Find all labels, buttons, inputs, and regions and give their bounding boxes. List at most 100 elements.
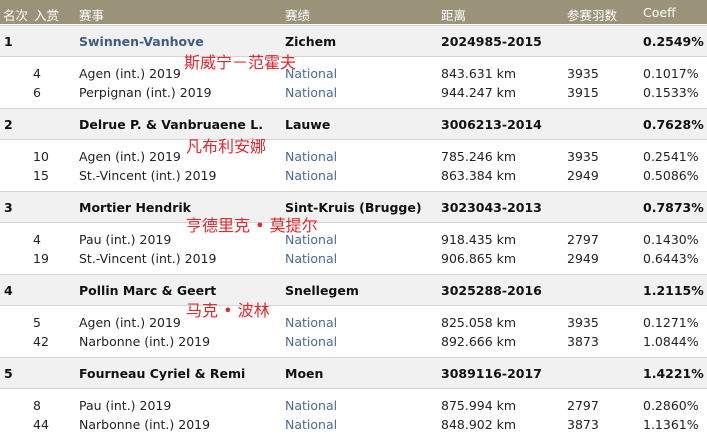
group-city: Zichem (285, 34, 337, 49)
group-coeff: 0.7628% (643, 117, 704, 132)
row-coeff: 0.2860% (643, 398, 699, 413)
row-participants: 3935 (567, 315, 599, 330)
row-participants: 2797 (567, 398, 599, 413)
row-prize: 6 (33, 85, 41, 100)
group-rank: 3 (4, 200, 13, 215)
fancier-name: Mortier Hendrik (79, 200, 191, 215)
row-result: National (285, 85, 338, 100)
row-distance: 785.246 km (441, 149, 517, 164)
row-prize: 44 (33, 417, 49, 432)
row-race: Pau (int.) 2019 (79, 398, 172, 413)
row-result: National (285, 232, 338, 247)
group-row: 3 Mortier Hendrik Sint-Kruis (Brugge) 30… (0, 191, 707, 223)
row-distance: 875.994 km (441, 398, 517, 413)
row-result: National (285, 251, 338, 266)
row-prize: 15 (33, 168, 49, 183)
row-race: Narbonne (int.) 2019 (79, 417, 211, 432)
group-ring: 2024985-2015 (441, 34, 542, 49)
row-distance: 863.384 km (441, 168, 517, 183)
table-header: 名次 入赏 赛事 赛绩 距离 参赛羽数 Coeff (0, 0, 707, 24)
row-result: National (285, 417, 338, 432)
row-distance: 944.247 km (441, 85, 517, 100)
row-prize: 8 (33, 398, 41, 413)
row-race: Agen (int.) 2019 (79, 149, 181, 164)
row-distance: 918.435 km (441, 232, 517, 247)
header-distance[interactable]: 距离 (441, 5, 466, 24)
group-city: Lauwe (285, 117, 331, 132)
row-participants: 3935 (567, 149, 599, 164)
group-ring: 3089116-2017 (441, 366, 542, 381)
row-coeff: 0.2541% (643, 149, 699, 164)
table-row: 44 Narbonne (int.) 2019 National 848.902… (0, 415, 707, 434)
group-row: 5 Fourneau Cyriel & Remi Moen 3089116-20… (0, 357, 707, 389)
header-rank[interactable]: 名次 (3, 5, 28, 24)
table-row: 6 Perpignan (int.) 2019 National 944.247… (0, 83, 707, 102)
row-prize: 4 (33, 66, 41, 81)
row-distance: 906.865 km (441, 251, 517, 266)
row-coeff: 0.5086% (643, 168, 699, 183)
group-row: 4 Pollin Marc & Geert Snellegem 3025288-… (0, 274, 707, 306)
row-distance: 848.902 km (441, 417, 517, 432)
fancier-name: Pollin Marc & Geert (79, 283, 217, 298)
group-row: 2 Delrue P. & Vanbruaene L. Lauwe 300621… (0, 108, 707, 140)
results-table: 名次 入赏 赛事 赛绩 距离 参赛羽数 Coeff 1 Swinnen-Vanh… (0, 0, 707, 435)
table-row: 4 Pau (int.) 2019 National 918.435 km 27… (0, 230, 707, 249)
fancier-name-link[interactable]: Swinnen-Vanhove (79, 34, 204, 49)
row-prize: 42 (33, 334, 49, 349)
row-race: Narbonne (int.) 2019 (79, 334, 211, 349)
row-coeff: 1.1361% (643, 417, 699, 432)
row-result: National (285, 334, 338, 349)
row-participants: 3873 (567, 417, 599, 432)
row-coeff: 0.1017% (643, 66, 699, 81)
row-race: St.-Vincent (int.) 2019 (79, 168, 217, 183)
row-distance: 825.058 km (441, 315, 517, 330)
group-city: Moen (285, 366, 324, 381)
row-prize: 19 (33, 251, 49, 266)
row-distance: 892.666 km (441, 334, 517, 349)
group-city: Snellegem (285, 283, 359, 298)
group-rank: 2 (4, 117, 13, 132)
row-result: National (285, 168, 338, 183)
header-prize[interactable]: 入赏 (34, 5, 59, 24)
header-result[interactable]: 赛绩 (285, 5, 310, 24)
row-prize: 5 (33, 315, 41, 330)
row-coeff: 0.6443% (643, 251, 699, 266)
table-row: 10 Agen (int.) 2019 National 785.246 km … (0, 147, 707, 166)
row-result: National (285, 398, 338, 413)
header-participants[interactable]: 参赛羽数 (567, 5, 617, 24)
group-row: 1 Swinnen-Vanhove Zichem 2024985-2015 0.… (0, 25, 707, 57)
header-race[interactable]: 赛事 (79, 5, 104, 24)
table-row: 8 Pau (int.) 2019 National 875.994 km 27… (0, 396, 707, 415)
group-coeff: 1.2115% (643, 283, 704, 298)
group-coeff: 1.4221% (643, 366, 704, 381)
row-participants: 2949 (567, 168, 599, 183)
row-participants: 3935 (567, 66, 599, 81)
fancier-name: Delrue P. & Vanbruaene L. (79, 117, 263, 132)
header-coeff[interactable]: Coeff (643, 5, 676, 20)
group-rank: 4 (4, 283, 13, 298)
group-coeff: 0.7873% (643, 200, 704, 215)
group-rank: 1 (4, 34, 13, 49)
row-prize: 4 (33, 232, 41, 247)
row-distance: 843.631 km (441, 66, 517, 81)
row-result: National (285, 149, 338, 164)
row-coeff: 1.0844% (643, 334, 699, 349)
row-coeff: 0.1430% (643, 232, 699, 247)
row-race: Pau (int.) 2019 (79, 232, 172, 247)
table-row: 42 Narbonne (int.) 2019 National 892.666… (0, 332, 707, 351)
group-rank: 5 (4, 366, 13, 381)
row-race: Agen (int.) 2019 (79, 315, 181, 330)
row-race: Perpignan (int.) 2019 (79, 85, 212, 100)
row-participants: 3915 (567, 85, 599, 100)
table-row: 5 Agen (int.) 2019 National 825.058 km 3… (0, 313, 707, 332)
row-participants: 2949 (567, 251, 599, 266)
group-coeff: 0.2549% (643, 34, 704, 49)
group-ring: 3025288-2016 (441, 283, 542, 298)
row-result: National (285, 66, 338, 81)
row-participants: 3873 (567, 334, 599, 349)
group-ring: 3006213-2014 (441, 117, 542, 132)
row-race: Agen (int.) 2019 (79, 66, 181, 81)
group-ring: 3023043-2013 (441, 200, 542, 215)
table-row: 19 St.-Vincent (int.) 2019 National 906.… (0, 249, 707, 268)
table-row: 15 St.-Vincent (int.) 2019 National 863.… (0, 166, 707, 185)
